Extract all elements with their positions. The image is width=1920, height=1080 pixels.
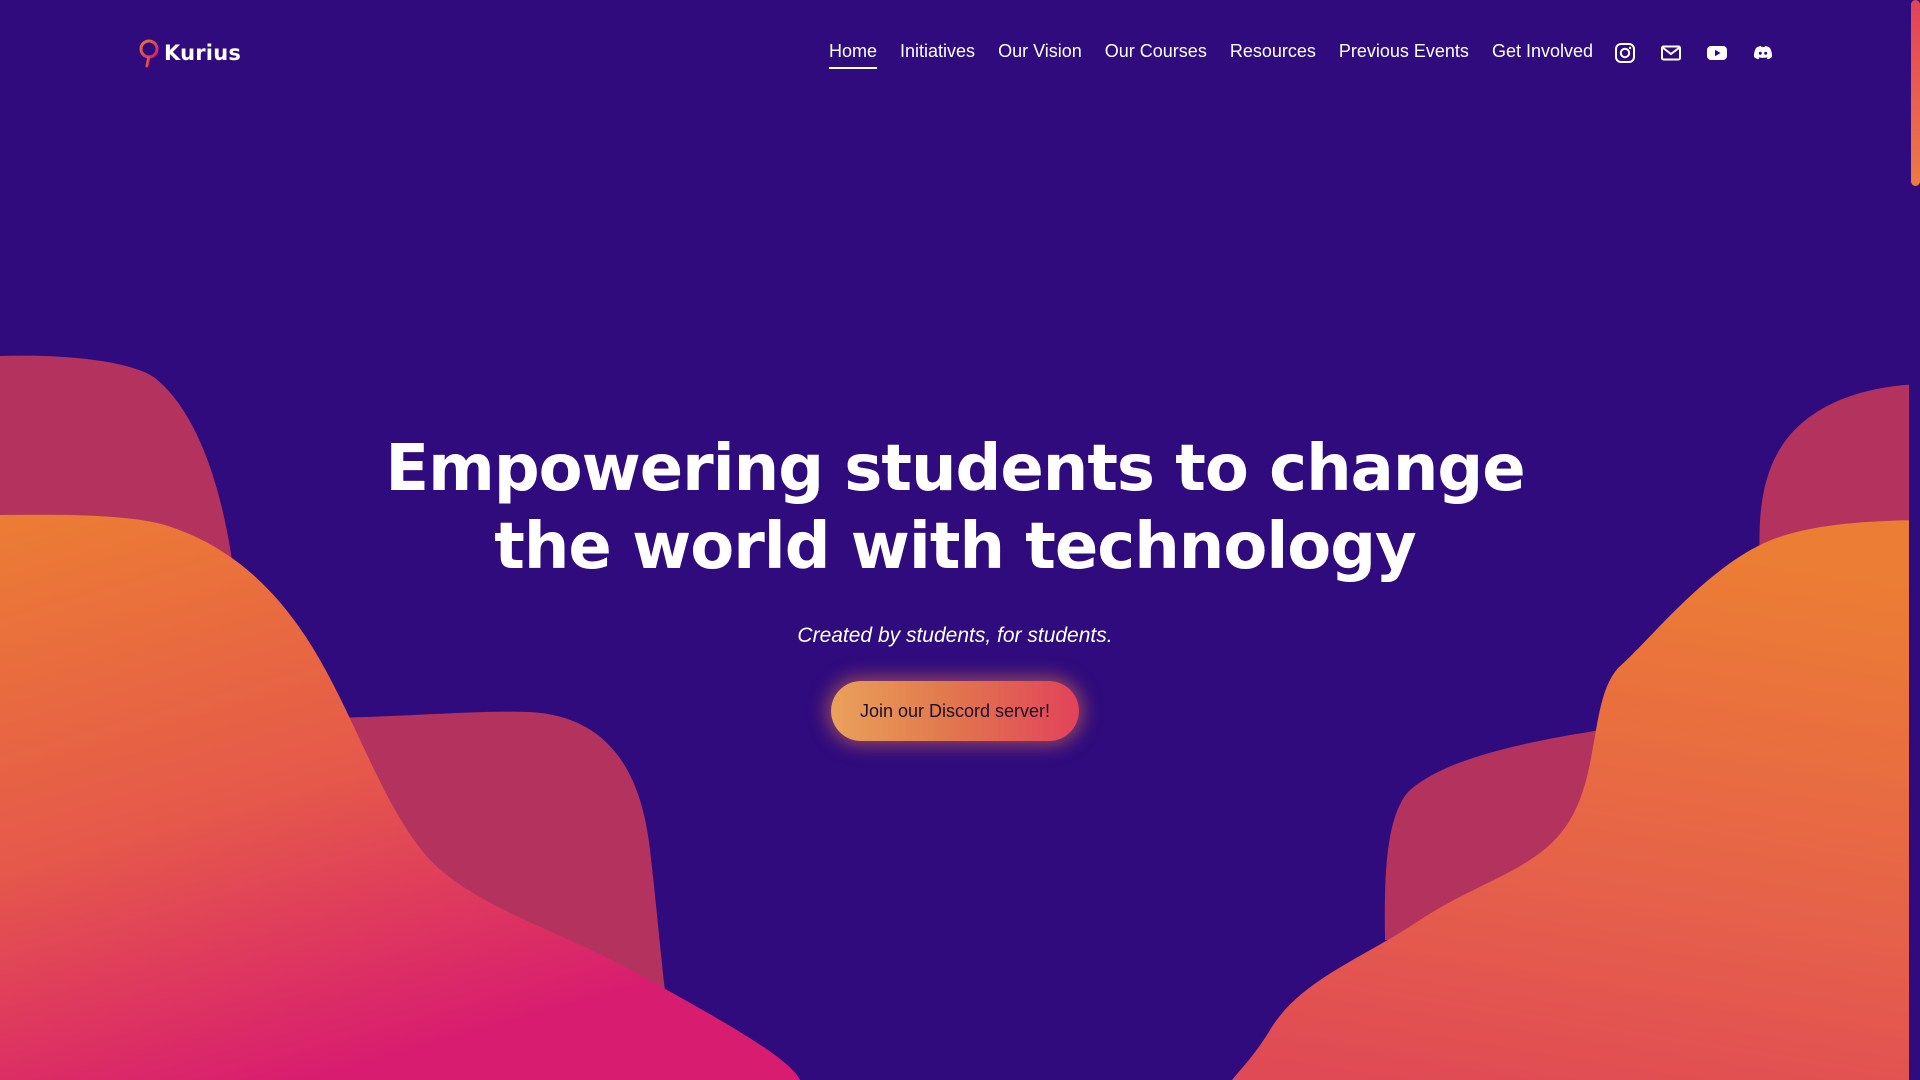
nav-our-courses[interactable]: Our Courses [1105, 41, 1207, 66]
mail-icon[interactable] [1660, 42, 1682, 64]
nav-home[interactable]: Home [829, 41, 878, 69]
hero-title: Empowering students to change the world … [355, 430, 1555, 586]
nav-get-involved[interactable]: Get Involved [1492, 41, 1593, 66]
hero-title-line-2: the world with technology [494, 510, 1416, 584]
nav-our-vision[interactable]: Our Vision [998, 41, 1082, 66]
join-discord-button[interactable]: Join our Discord server! [830, 681, 1080, 741]
youtube-icon[interactable] [1706, 42, 1728, 64]
kurius-logo-icon [138, 38, 160, 68]
nav-resources[interactable]: Resources [1230, 41, 1316, 66]
scrollbar-thumb[interactable] [1911, 0, 1920, 186]
nav-previous-events[interactable]: Previous Events [1339, 41, 1469, 66]
brand-name: Kurius [164, 41, 242, 65]
brand-logo[interactable]: Kurius [138, 38, 241, 68]
top-navigation: Kurius Home Initiatives Our Vision Our C… [0, 0, 1920, 108]
main-nav-links: Home Initiatives Our Vision Our Courses … [829, 41, 1593, 69]
page-scrollbar[interactable] [1909, 0, 1920, 1080]
nav-initiatives[interactable]: Initiatives [900, 41, 975, 66]
discord-icon[interactable] [1752, 42, 1774, 64]
hero-section: Empowering students to change the world … [0, 430, 1910, 741]
instagram-icon[interactable] [1614, 42, 1636, 64]
social-links [1614, 42, 1774, 64]
page: Kurius Home Initiatives Our Vision Our C… [0, 0, 1920, 1080]
hero-title-line-1: Empowering students to change [385, 432, 1525, 506]
hero-subtitle: Created by students, for students. [797, 624, 1113, 647]
